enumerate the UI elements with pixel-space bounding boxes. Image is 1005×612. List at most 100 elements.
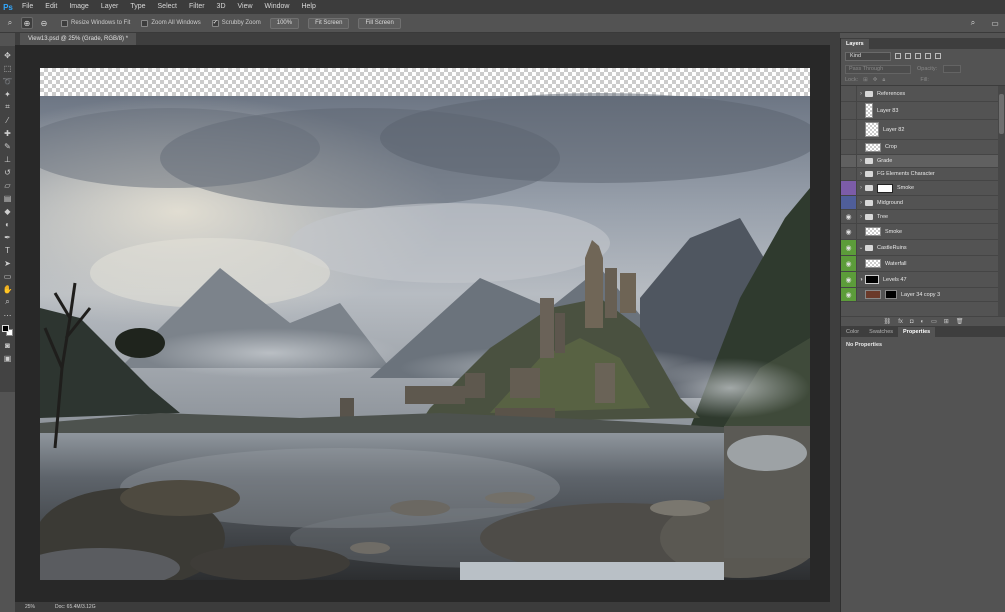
shape-tool-icon[interactable]: ▭ — [2, 270, 13, 282]
menu-select[interactable]: Select — [152, 0, 183, 14]
smart-object-filter-icon[interactable] — [935, 53, 941, 59]
collapse-arrow-icon[interactable]: ⌄ — [857, 244, 865, 251]
add-mask-icon[interactable]: ◘ — [910, 319, 914, 325]
search-icon[interactable]: ⌕ — [967, 17, 979, 29]
menu-image[interactable]: Image — [63, 0, 94, 14]
foreground-color[interactable] — [2, 325, 9, 332]
new-adjustment-icon[interactable]: ◐ — [920, 319, 924, 325]
expand-arrow-icon[interactable]: › — [857, 200, 865, 206]
opacity-field[interactable] — [943, 65, 962, 73]
pen-tool-icon[interactable]: ✒ — [2, 231, 13, 243]
expand-arrow-icon[interactable]: › — [857, 214, 865, 220]
history-brush-tool-icon[interactable]: ↺ — [2, 166, 13, 178]
path-selection-tool-icon[interactable]: ➤ — [2, 257, 13, 269]
scrubby-zoom-checkbox[interactable]: ✓ Scrubby Zoom — [211, 19, 261, 27]
tab-color[interactable]: Color — [841, 327, 864, 337]
layer-row-smoke-group[interactable]: › Smoke — [841, 181, 998, 196]
zoom-all-windows-checkbox[interactable]: Zoom All Windows — [141, 19, 201, 27]
type-filter-icon[interactable] — [915, 53, 921, 59]
zoom-100-button[interactable]: 100% — [269, 17, 300, 29]
menu-filter[interactable]: Filter — [183, 0, 211, 14]
expand-arrow-icon[interactable]: › — [857, 185, 865, 191]
fx-icon[interactable]: fx — [898, 319, 903, 325]
visibility-toggle[interactable] — [841, 155, 857, 167]
new-layer-icon[interactable]: ⊞ — [944, 318, 949, 325]
magic-wand-tool-icon[interactable]: ✦ — [2, 88, 13, 100]
menu-type[interactable]: Type — [124, 0, 151, 14]
menu-edit[interactable]: Edit — [39, 0, 63, 14]
lasso-tool-icon[interactable]: ➰ — [2, 75, 13, 87]
delete-layer-icon[interactable]: 🗑︎ — [956, 318, 964, 325]
tab-swatches[interactable]: Swatches — [864, 327, 898, 337]
document-tab[interactable]: View13.psd @ 25% (Grade, RGB/8) * — [20, 33, 137, 45]
healing-brush-tool-icon[interactable]: ✚ — [2, 127, 13, 139]
crop-tool-icon[interactable]: ⌗ — [2, 101, 13, 113]
menu-help[interactable]: Help — [295, 0, 321, 14]
layer-row-references[interactable]: › References — [841, 86, 998, 102]
visibility-toggle[interactable] — [841, 196, 857, 209]
layer-row-levels-47[interactable]: ◉ ◑ Levels 47 — [841, 272, 998, 288]
zoom-in-icon[interactable]: ⊕ — [21, 17, 33, 29]
expand-arrow-icon[interactable]: › — [857, 91, 865, 97]
layer-row-midground[interactable]: › Midground — [841, 196, 998, 210]
layer-row-crop[interactable]: Crop — [841, 140, 998, 155]
shape-filter-icon[interactable] — [925, 53, 931, 59]
layer-row-layer-34-copy-3[interactable]: ◉ Layer 34 copy 3 — [841, 288, 998, 302]
layer-row-castleruins[interactable]: ◉ ⌄ CastleRuins — [841, 240, 998, 256]
lock-position-icon[interactable]: ✥ — [873, 77, 878, 83]
link-layers-icon[interactable]: ⛓ — [884, 318, 892, 325]
menu-view[interactable]: View — [232, 0, 259, 14]
tab-properties[interactable]: Properties — [898, 327, 936, 337]
layer-row-layer-82[interactable]: Layer 82 — [841, 120, 998, 140]
brush-tool-icon[interactable]: ✎ — [2, 140, 13, 152]
menu-file[interactable]: File — [16, 0, 39, 14]
blur-tool-icon[interactable]: ◆ — [2, 205, 13, 217]
layer-row-grade[interactable]: › Grade — [841, 155, 998, 168]
new-group-icon[interactable]: ▭ — [931, 318, 937, 325]
visibility-toggle[interactable] — [841, 102, 857, 119]
layer-row-waterfall[interactable]: ◉ Waterfall — [841, 256, 998, 272]
zoom-out-icon[interactable]: ⊖ — [38, 17, 50, 29]
workspace-icon[interactable]: ▭ — [989, 17, 1001, 29]
dodge-tool-icon[interactable]: ◐ — [2, 218, 13, 230]
layer-row-layer-83[interactable]: Layer 83 — [841, 102, 998, 120]
layer-row-tree[interactable]: ◉ › Tree — [841, 210, 998, 224]
document-canvas[interactable] — [40, 68, 810, 580]
visibility-toggle[interactable] — [841, 181, 857, 195]
visibility-toggle[interactable] — [841, 168, 857, 180]
more-tools-icon[interactable]: ⋯ — [2, 309, 13, 321]
visibility-toggle[interactable] — [841, 140, 857, 154]
expand-arrow-icon[interactable]: › — [857, 171, 865, 177]
color-swatches[interactable] — [1, 324, 14, 338]
visibility-eye-icon[interactable]: ◉ — [841, 240, 857, 255]
lock-all-icon[interactable]: 🔒︎ — [882, 77, 885, 84]
layer-row-fg-elements-character[interactable]: › FG Elements Character — [841, 168, 998, 181]
visibility-eye-icon[interactable]: ◉ — [841, 224, 857, 239]
expand-arrow-icon[interactable]: › — [857, 158, 865, 164]
visibility-eye-icon[interactable]: ◉ — [841, 288, 857, 301]
zoom-tool-active-icon[interactable]: ⌕ — [2, 296, 13, 308]
move-tool-icon[interactable]: ✥ — [2, 49, 13, 61]
tab-layers[interactable]: Layers — [841, 39, 869, 49]
pixel-filter-icon[interactable] — [895, 53, 901, 59]
hand-tool-icon[interactable]: ✋ — [2, 283, 13, 295]
fill-screen-button[interactable]: Fill Screen — [358, 17, 401, 29]
fit-screen-button[interactable]: Fit Screen — [308, 17, 350, 29]
menu-3d[interactable]: 3D — [211, 0, 232, 14]
visibility-toggle[interactable] — [841, 86, 857, 101]
gradient-tool-icon[interactable]: ▤ — [2, 192, 13, 204]
visibility-toggle[interactable] — [841, 120, 857, 139]
marquee-tool-icon[interactable]: ⬚ — [2, 62, 13, 74]
resize-windows-checkbox[interactable]: Resize Windows to Fit — [61, 19, 130, 27]
menu-layer[interactable]: Layer — [95, 0, 125, 14]
adjustment-filter-icon[interactable] — [905, 53, 911, 59]
layer-row-smoke[interactable]: ◉ Smoke — [841, 224, 998, 240]
eraser-tool-icon[interactable]: ▱ — [2, 179, 13, 191]
layer-kind-filter[interactable]: Kind — [845, 51, 891, 61]
type-tool-icon[interactable]: T — [2, 244, 13, 256]
quick-mask-icon[interactable]: ◙ — [2, 339, 13, 351]
lock-pixels-icon[interactable]: ⊞ — [863, 77, 868, 83]
screen-mode-icon[interactable]: ▣ — [2, 352, 13, 364]
clone-stamp-tool-icon[interactable]: ⊥ — [2, 153, 13, 165]
blend-mode-select[interactable]: Pass Through — [845, 64, 911, 74]
